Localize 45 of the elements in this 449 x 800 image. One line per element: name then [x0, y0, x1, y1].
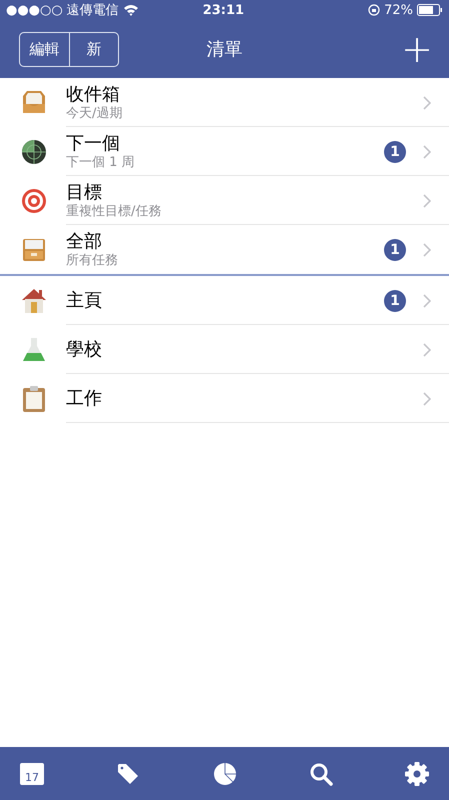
chevron-icon: [423, 342, 431, 356]
list-subtitle: 重複性目標/任務: [66, 204, 162, 220]
list-title: 工作: [66, 388, 103, 410]
search-icon[interactable]: [308, 762, 333, 786]
list-title: 下一個: [66, 132, 121, 154]
nav-title: 清單: [206, 38, 242, 61]
chevron-icon: [423, 144, 431, 158]
list-item[interactable]: 收件箱 今天/過期: [0, 78, 449, 127]
calendar-day: 17: [25, 770, 39, 784]
chevron-icon: [423, 194, 431, 208]
calendar-icon[interactable]: 17: [20, 762, 44, 784]
list-subtitle: 下一個 1 周: [66, 154, 136, 170]
list-item[interactable]: 全部 所有任務 1: [0, 225, 449, 274]
list-title: 主頁: [66, 290, 103, 312]
segment-button[interactable]: 新: [69, 32, 118, 66]
pie-chart-icon[interactable]: [212, 762, 236, 786]
count-badge: 1: [384, 140, 406, 162]
chevron-icon: [423, 392, 431, 406]
battery-icon: [417, 4, 443, 16]
chevron-icon: [423, 294, 431, 308]
count-badge: 1: [384, 238, 406, 260]
list-title: 學校: [66, 338, 103, 360]
list-title: 收件箱: [66, 84, 121, 106]
list-subtitle: 今天/過期: [66, 106, 124, 122]
list-subtitle: 所有任務: [66, 252, 119, 268]
list-item[interactable]: 目標 重複性目標/任務: [0, 176, 449, 225]
add-button[interactable]: +: [397, 30, 437, 68]
clock-time: 23:11: [202, 2, 246, 18]
settings-icon[interactable]: [404, 760, 430, 786]
list-item[interactable]: 主頁 1: [0, 276, 449, 325]
signal-strength: ●●●○○: [6, 2, 63, 18]
chevron-icon: [423, 242, 431, 256]
battery-percent: 72%: [384, 2, 413, 18]
list-title: 全部: [66, 230, 103, 252]
list-item[interactable]: 工作: [0, 374, 449, 423]
rotation-lock-icon: [368, 4, 380, 16]
segment-button[interactable]: 編輯: [20, 32, 69, 66]
count-badge: 1: [384, 290, 406, 312]
list-title: 目標: [66, 182, 103, 204]
tag-icon[interactable]: [116, 762, 140, 786]
carrier-name: 遠傳電信: [66, 2, 119, 19]
list-item[interactable]: 學校: [0, 325, 449, 374]
chevron-icon: [423, 96, 431, 110]
wifi-icon: [122, 4, 139, 16]
list-item[interactable]: 下一個 下一個 1 周 1: [0, 127, 449, 176]
